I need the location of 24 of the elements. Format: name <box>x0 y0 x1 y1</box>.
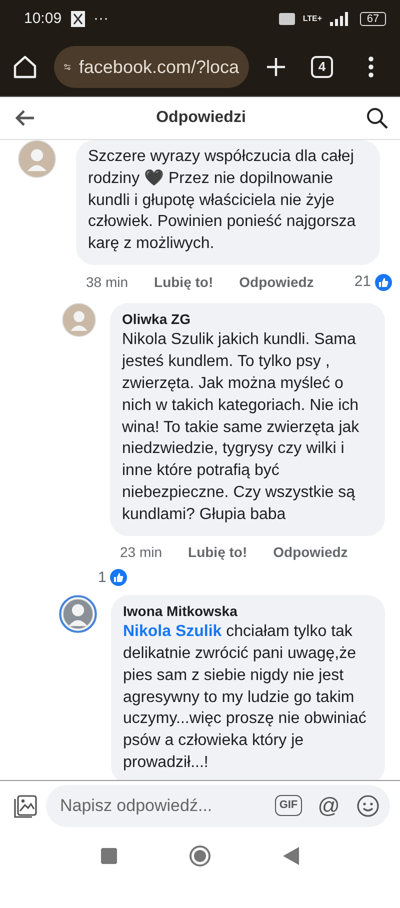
reaction-count: 21 <box>354 272 371 292</box>
comment-time: 38 min <box>86 272 128 292</box>
gif-button[interactable]: GIF <box>275 795 302 816</box>
reply-link[interactable]: Odpowiedz <box>239 272 314 293</box>
reply-link[interactable]: Odpowiedz <box>273 542 348 563</box>
status-time: 10:09 <box>24 8 62 29</box>
reply-field[interactable]: Napisz odpowiedź... GIF @ <box>46 784 390 826</box>
mention-button[interactable]: @ <box>318 794 340 816</box>
author-name[interactable]: Oliwka ZG <box>122 309 373 330</box>
more-notifications: ··· <box>94 8 109 29</box>
tabs-button[interactable]: 4 <box>311 56 333 78</box>
comment-text: Szczere wyrazy współczucia dla całej rodziny 🖤 Przez nie dopilnowanie kundli i głupotę właściciela nie żyje człowiek. Powinien ponieść najgorsza karę z możliwych. <box>88 147 357 254</box>
network-type: LTE+ <box>302 13 322 25</box>
like-link[interactable]: Lubię to! <box>188 542 248 563</box>
comment-time: 23 min <box>120 542 162 562</box>
mention-link[interactable]: Nikola Szulik <box>123 623 222 640</box>
like-link[interactable]: Lubię to! <box>154 272 214 293</box>
author-name[interactable]: Iwona Mitkowska <box>123 601 373 622</box>
battery-level: 67 <box>360 12 386 26</box>
address-bar[interactable]: facebook.com/?loca <box>54 46 249 88</box>
comment-text: Nikola Szulik chciałam tylko tak delikatnie zwrócić pani uwagę,że pies sam z siebie nigdy nie jest agresywny to my ludzie go takim uczymy...więc proszę nie obwiniać psów a człowieka który je prowadził...! <box>123 622 368 773</box>
reaction-count: 1 <box>98 568 106 588</box>
page-title: Odpowiedzi <box>156 108 246 128</box>
comment-text: Nikola Szulik jakich kundli. Sama jesteś kundlem. To tylko psy , zwierzęta. Jak można myśleć o nich w takich kategoriach. Nie ich wina! To takie same zwierzęta jak niedzwiedzie, tygrysy czy wilki i inne które potrafią być niebezpieczne. Czy wszystkie są kundlami? Głupia baba <box>122 330 360 525</box>
